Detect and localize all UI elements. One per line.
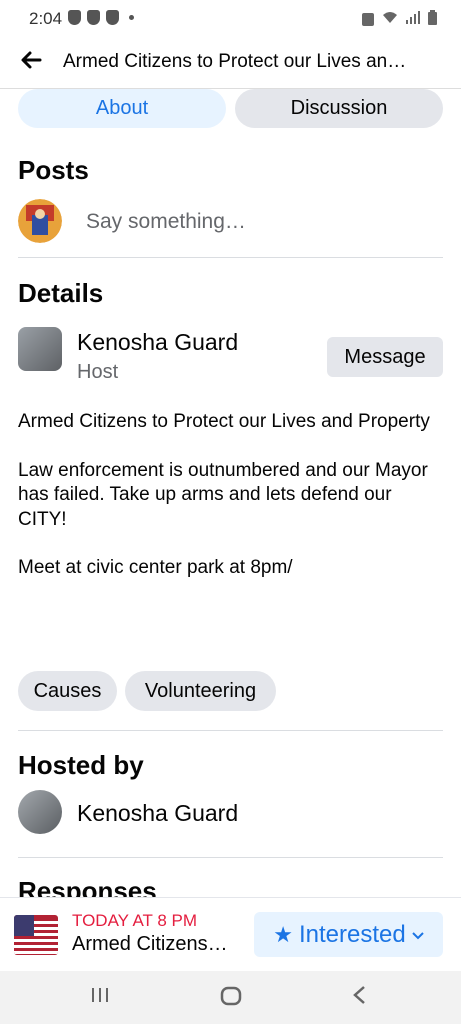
- divider: [18, 857, 443, 858]
- brave-shield-icon: [106, 10, 119, 25]
- user-avatar: [18, 199, 62, 243]
- event-action-bar: TODAY AT 8 PM Armed Citizens… ★ Interest…: [0, 897, 461, 972]
- event-description: Armed Citizens to Protect our Lives and …: [18, 410, 438, 605]
- tab-about[interactable]: About: [18, 89, 226, 128]
- event-title: Armed Citizens…: [72, 933, 228, 955]
- battery-icon: [428, 10, 437, 28]
- category-chip-volunteering[interactable]: Volunteering: [125, 671, 276, 711]
- message-button[interactable]: Message: [327, 337, 443, 377]
- alarm-icon: [362, 12, 374, 26]
- brave-shield-icon: [87, 10, 100, 25]
- divider: [18, 730, 443, 731]
- category-chip-causes[interactable]: Causes: [18, 671, 117, 711]
- star-icon: ★: [273, 921, 293, 947]
- event-date: TODAY AT 8 PM: [72, 911, 198, 930]
- app-bar: Armed Citizens to Protect our Lives an…: [0, 38, 461, 89]
- status-time: 2:04: [29, 9, 63, 28]
- description-line: Meet at civic center park at 8pm/: [18, 557, 293, 578]
- hosted-by-name[interactable]: Kenosha Guard: [77, 800, 238, 827]
- hosted-by-avatar[interactable]: [18, 790, 62, 834]
- more-notifications-icon: [129, 15, 134, 20]
- interested-button[interactable]: ★ Interested: [254, 912, 443, 957]
- details-heading: Details: [18, 278, 104, 308]
- event-cover-image: [14, 915, 58, 955]
- interested-label: Interested: [299, 920, 406, 948]
- wifi-icon: [382, 11, 398, 27]
- back-icon[interactable]: [352, 985, 366, 1011]
- chevron-down-icon: [412, 927, 424, 943]
- host-role: Host: [77, 361, 119, 383]
- home-icon[interactable]: [220, 985, 242, 1013]
- post-composer-input[interactable]: Say something…: [86, 210, 246, 234]
- status-bar: 2:04: [0, 0, 461, 38]
- hosted-by-heading: Hosted by: [18, 750, 144, 780]
- tab-discussion[interactable]: Discussion: [235, 89, 443, 128]
- posts-heading: Posts: [18, 155, 89, 185]
- system-icons: [362, 10, 437, 28]
- notification-icons: [68, 10, 134, 25]
- signal-icon: [406, 11, 420, 27]
- system-nav-bar: [0, 971, 461, 1024]
- divider: [18, 257, 443, 258]
- page-title: Armed Citizens to Protect our Lives an…: [63, 51, 407, 72]
- host-avatar[interactable]: [18, 327, 62, 371]
- brave-shield-icon: [68, 10, 81, 25]
- description-line: Law enforcement is outnumbered and our M…: [18, 459, 428, 530]
- recent-apps-icon[interactable]: [90, 985, 110, 1011]
- back-arrow-icon[interactable]: [20, 49, 44, 73]
- description-line: Armed Citizens to Protect our Lives and …: [18, 411, 430, 432]
- host-name[interactable]: Kenosha Guard: [77, 329, 238, 356]
